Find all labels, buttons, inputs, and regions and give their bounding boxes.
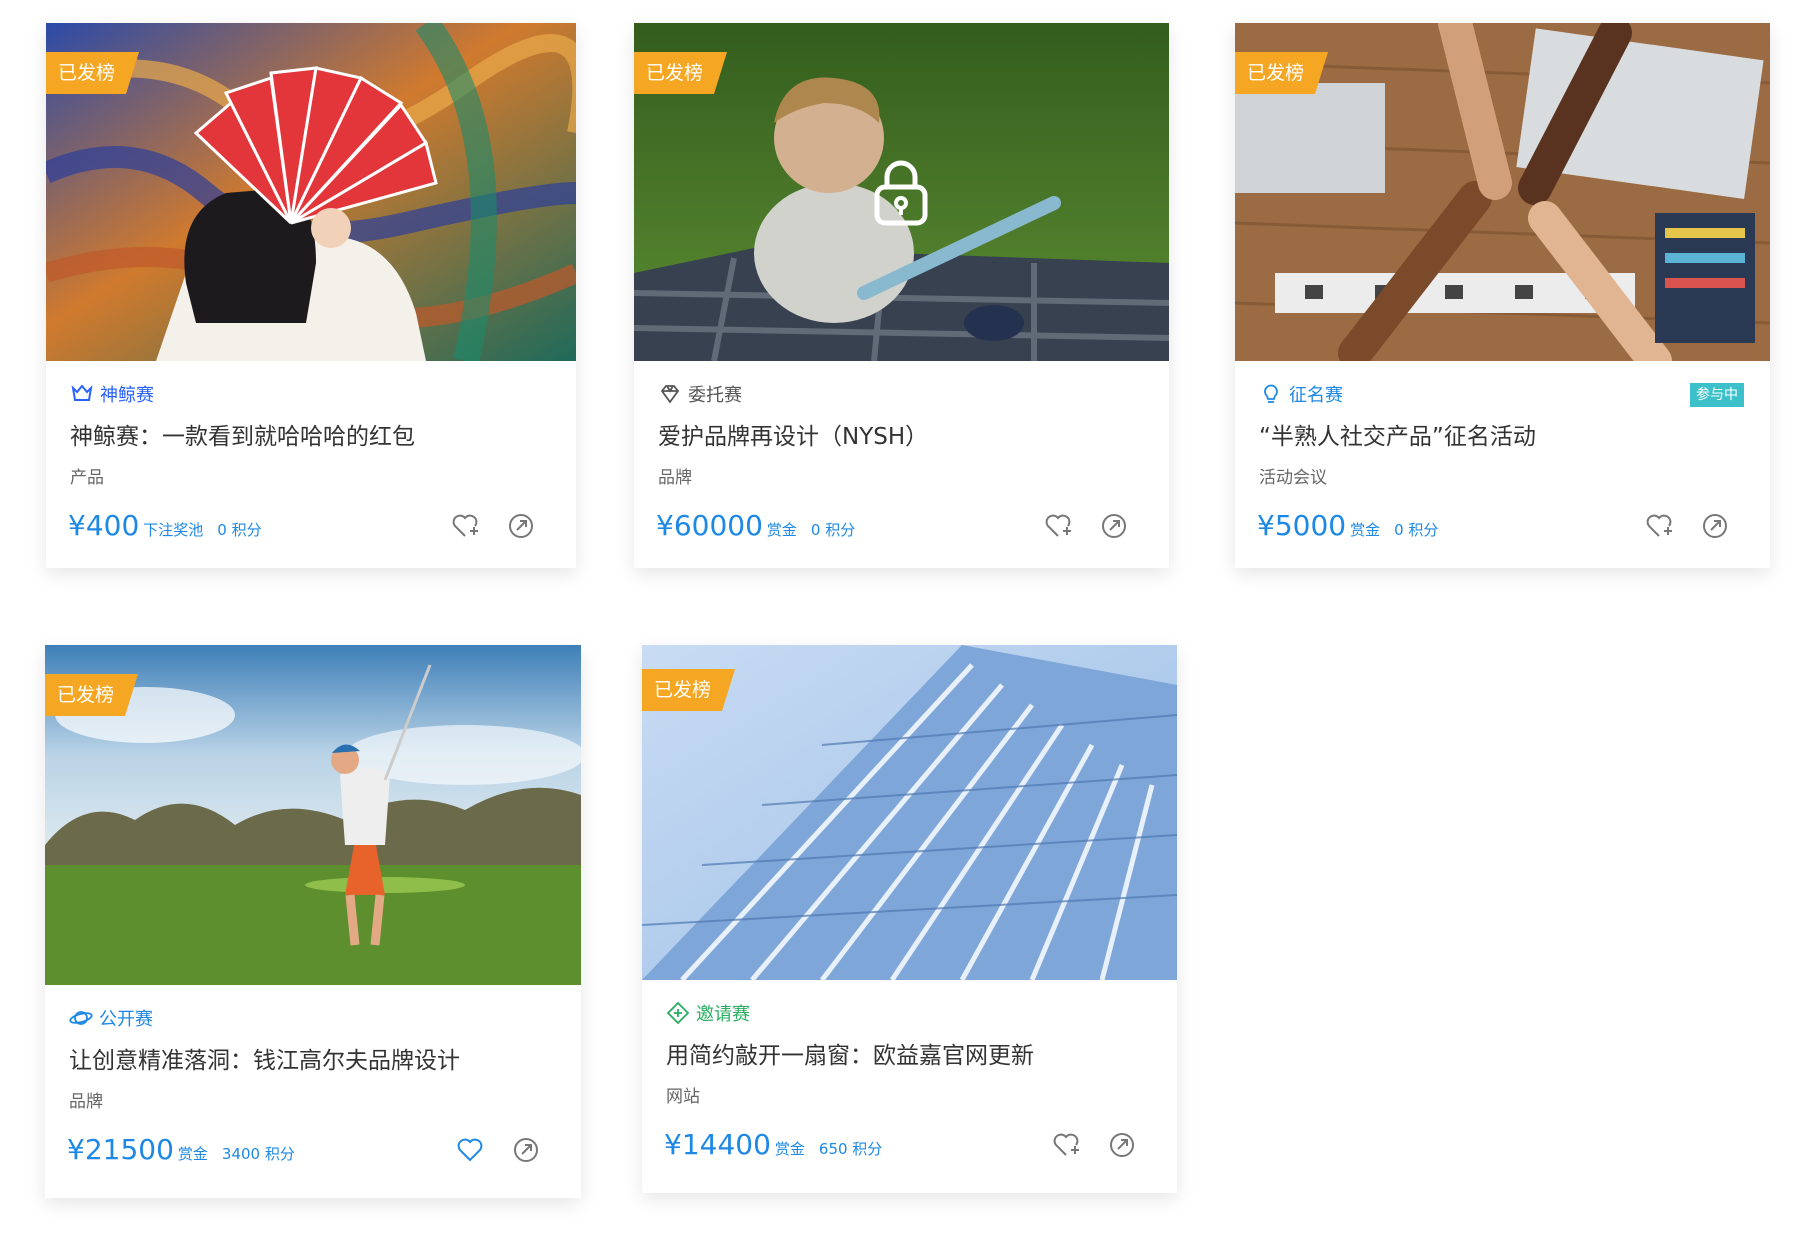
planet-icon — [69, 1011, 93, 1025]
like-icon[interactable] — [1043, 511, 1073, 541]
reward-amount: ¥400 — [68, 509, 140, 542]
contest-card[interactable]: 已发榜 神鲸赛 神鲸赛：一款看到就哈哈哈的红包 产品 ¥400 下注奖池 0 积… — [46, 23, 576, 568]
contest-card[interactable]: 已发榜 邀请赛 用简约敲开一扇窗：欧益嘉官网更新 网站 ¥14400 赏金 65… — [642, 645, 1177, 1193]
lock-icon — [874, 160, 928, 226]
like-icon[interactable] — [450, 511, 480, 541]
contest-type: 公开赛 — [69, 1005, 153, 1031]
like-icon[interactable] — [1644, 511, 1674, 541]
reward-row: ¥21500 赏金 3400 积分 — [67, 1133, 295, 1166]
share-icon[interactable] — [1700, 511, 1730, 541]
published-badge: 已发榜 — [1235, 52, 1329, 94]
reward-row: ¥5000 赏金 0 积分 — [1257, 509, 1438, 542]
share-icon[interactable] — [1099, 511, 1129, 541]
published-badge: 已发榜 — [642, 669, 736, 711]
contest-title[interactable]: 用简约敲开一扇窗：欧益嘉官网更新 — [666, 1036, 1034, 1070]
like-icon[interactable] — [455, 1135, 485, 1165]
reward-row: ¥60000 赏金 0 积分 — [656, 509, 855, 542]
reward-amount: ¥60000 — [656, 509, 763, 542]
published-badge: 已发榜 — [634, 52, 728, 94]
reward-points: 650 积分 — [818, 1140, 883, 1158]
published-badge: 已发榜 — [45, 674, 139, 716]
reward-amount: ¥14400 — [664, 1128, 771, 1161]
contest-title[interactable]: 让创意精准落洞：钱江高尔夫品牌设计 — [69, 1041, 460, 1075]
contest-category: 网站 — [666, 1087, 700, 1107]
reward-points: 0 积分 — [1394, 521, 1439, 539]
reward-amount: ¥5000 — [1257, 509, 1347, 542]
contest-title[interactable]: “半熟人社交产品”征名活动 — [1259, 417, 1536, 451]
contest-title[interactable]: 神鲸赛：一款看到就哈哈哈的红包 — [70, 417, 415, 451]
lightbulb-icon — [1264, 384, 1278, 403]
contest-card[interactable]: 已发榜 委托赛 爱护品牌再设计（NYSH） 品牌 ¥60000 赏金 0 积分 — [634, 23, 1169, 568]
contest-type-label: 征名赛 — [1289, 385, 1343, 406]
reward-unit: 赏金 — [177, 1145, 208, 1163]
contest-type: 神鲸赛 — [70, 381, 154, 407]
like-icon[interactable] — [1051, 1130, 1081, 1160]
contest-type-label: 邀请赛 — [696, 1004, 750, 1025]
share-icon[interactable] — [506, 511, 536, 541]
invite-ticket-icon — [666, 1001, 690, 1025]
published-badge: 已发榜 — [46, 52, 140, 94]
contest-type-label: 委托赛 — [688, 385, 742, 406]
contest-type: 邀请赛 — [666, 1000, 750, 1026]
status-badge: 参与中 — [1690, 383, 1744, 407]
contest-type-label: 公开赛 — [99, 1009, 153, 1030]
contest-card[interactable]: 已发榜 公开赛 让创意精准落洞：钱江高尔夫品牌设计 品牌 ¥21500 赏金 3… — [45, 645, 581, 1198]
reward-row: ¥400 下注奖池 0 积分 — [68, 509, 262, 542]
reward-unit: 赏金 — [766, 521, 797, 539]
share-icon[interactable] — [1107, 1130, 1137, 1160]
share-icon[interactable] — [511, 1135, 541, 1165]
reward-row: ¥14400 赏金 650 积分 — [664, 1128, 882, 1161]
reward-unit: 赏金 — [1350, 521, 1381, 539]
contest-title[interactable]: 爱护品牌再设计（NYSH） — [658, 417, 928, 451]
contest-category: 产品 — [70, 468, 104, 488]
whale-crown-icon — [71, 384, 93, 401]
contest-type: 委托赛 — [658, 381, 742, 407]
reward-unit: 下注奖池 — [143, 521, 204, 539]
contest-type-label: 神鲸赛 — [100, 385, 154, 406]
contest-category: 品牌 — [69, 1092, 103, 1112]
reward-points: 0 积分 — [810, 521, 856, 539]
contest-category: 品牌 — [658, 468, 692, 488]
contest-card[interactable]: 已发榜 征名赛 参与中 “半熟人社交产品”征名活动 活动会议 ¥5000 赏金 … — [1235, 23, 1770, 568]
contest-category: 活动会议 — [1259, 468, 1327, 488]
reward-points: 3400 积分 — [221, 1145, 295, 1163]
reward-points: 0 积分 — [217, 521, 262, 539]
contest-type: 征名赛 — [1259, 381, 1343, 407]
reward-amount: ¥21500 — [67, 1133, 174, 1166]
reward-unit: 赏金 — [774, 1140, 805, 1158]
diamond-icon — [660, 385, 680, 404]
